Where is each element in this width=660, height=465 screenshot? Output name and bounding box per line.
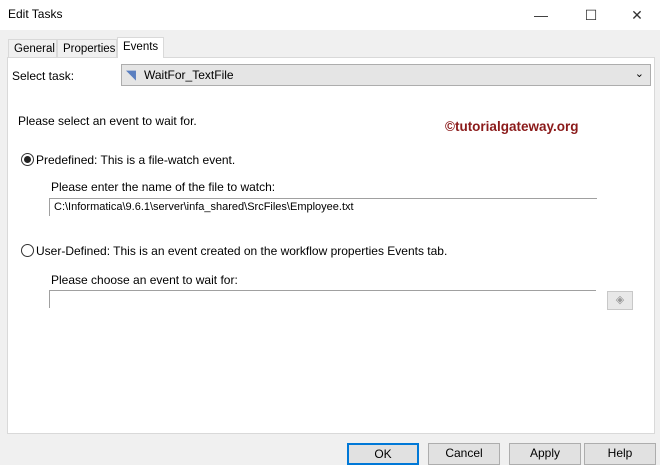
choose-event-input[interactable] [49, 290, 596, 308]
file-watch-input[interactable]: C:\Informatica\9.6.1\server\infa_shared\… [49, 198, 597, 216]
help-button[interactable]: Help [584, 443, 656, 465]
predefined-label: Predefined: This is a file-watch event. [36, 153, 236, 167]
browse-icon: ◈ [615, 294, 625, 306]
tab-properties[interactable]: Properties [57, 39, 117, 58]
maximize-icon[interactable]: ☐ [576, 4, 606, 26]
chevron-down-icon: ⌄ [634, 68, 644, 80]
watermark: ©tutorialgateway.org [445, 119, 579, 134]
cancel-button[interactable]: Cancel [428, 443, 500, 465]
choose-event-label: Please choose an event to wait for: [51, 273, 238, 287]
tab-general[interactable]: General [8, 39, 57, 58]
browse-events-button[interactable]: ◈ [607, 291, 633, 310]
ok-button[interactable]: OK [347, 443, 419, 465]
window-title: Edit Tasks [8, 7, 63, 21]
file-watch-label: Please enter the name of the file to wat… [51, 180, 276, 194]
close-icon[interactable]: ✕ [622, 4, 652, 26]
select-task-dropdown[interactable]: ◥ WaitFor_TextFile ⌄ [121, 64, 651, 86]
minimize-icon[interactable]: — [526, 4, 556, 26]
user-defined-label: User-Defined: This is an event created o… [36, 244, 448, 258]
apply-button[interactable]: Apply [509, 443, 581, 465]
select-task-label: Select task: [12, 69, 75, 83]
select-task-value: WaitFor_TextFile [144, 68, 234, 82]
tab-events[interactable]: Events [117, 37, 164, 58]
predefined-radio[interactable] [21, 153, 34, 166]
prompt-text: Please select an event to wait for. [18, 114, 197, 128]
title-bar: Edit Tasks — ☐ ✕ [0, 0, 660, 30]
task-icon: ◥ [126, 67, 136, 82]
user-defined-radio[interactable] [21, 244, 34, 257]
